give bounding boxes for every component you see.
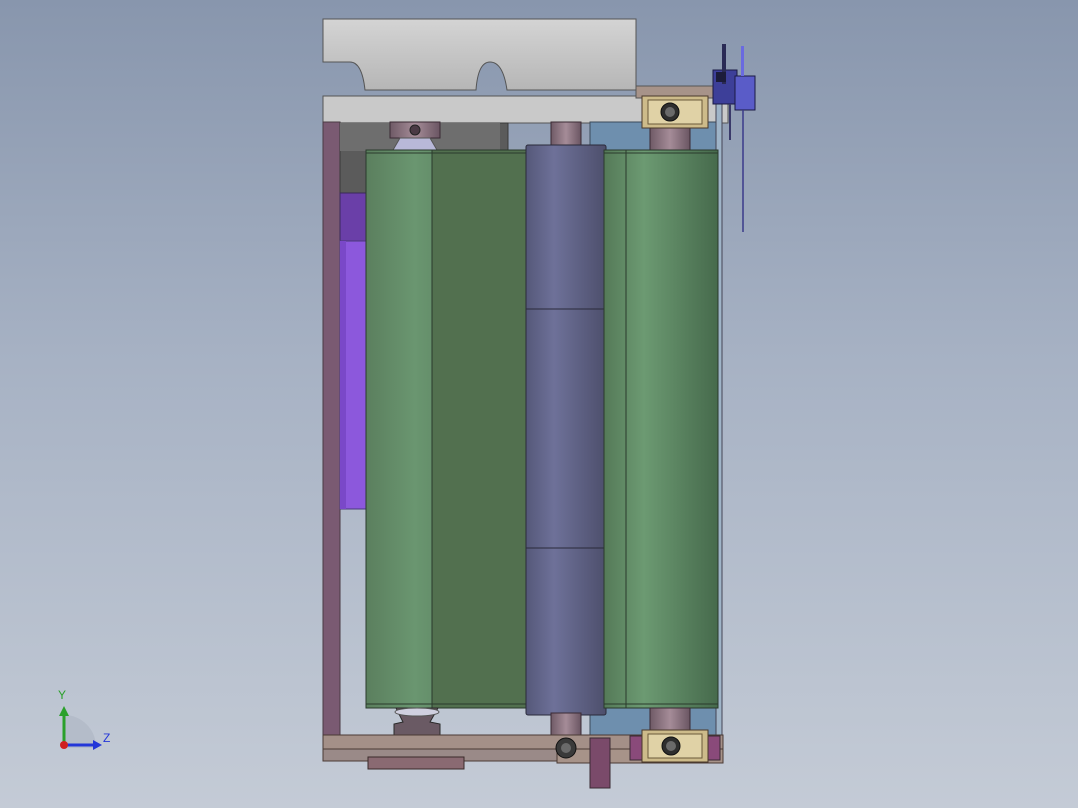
triad-y-label: Y <box>58 688 67 702</box>
violet-side-guide <box>339 192 369 242</box>
bottom-tab <box>589 737 611 789</box>
axis-triad <box>59 706 102 750</box>
conveyor-roller-assembly[interactable] <box>0 0 1078 808</box>
triad-x-axis <box>60 741 68 749</box>
right-roller-top-shaft <box>649 125 691 153</box>
triad-z-label: Z <box>103 731 111 745</box>
top-bearing-block <box>641 95 709 129</box>
side-frame-left <box>322 121 341 736</box>
top-mounting-plate <box>322 18 637 91</box>
center-roller-top-shaft <box>550 121 582 148</box>
bottom-bearing-block <box>641 729 709 763</box>
cad-viewport[interactable]: Y Z <box>0 0 1078 808</box>
center-drive-roller <box>525 144 607 716</box>
center-roller-bottom-shaft <box>550 712 582 738</box>
right-green-roller <box>603 149 719 709</box>
